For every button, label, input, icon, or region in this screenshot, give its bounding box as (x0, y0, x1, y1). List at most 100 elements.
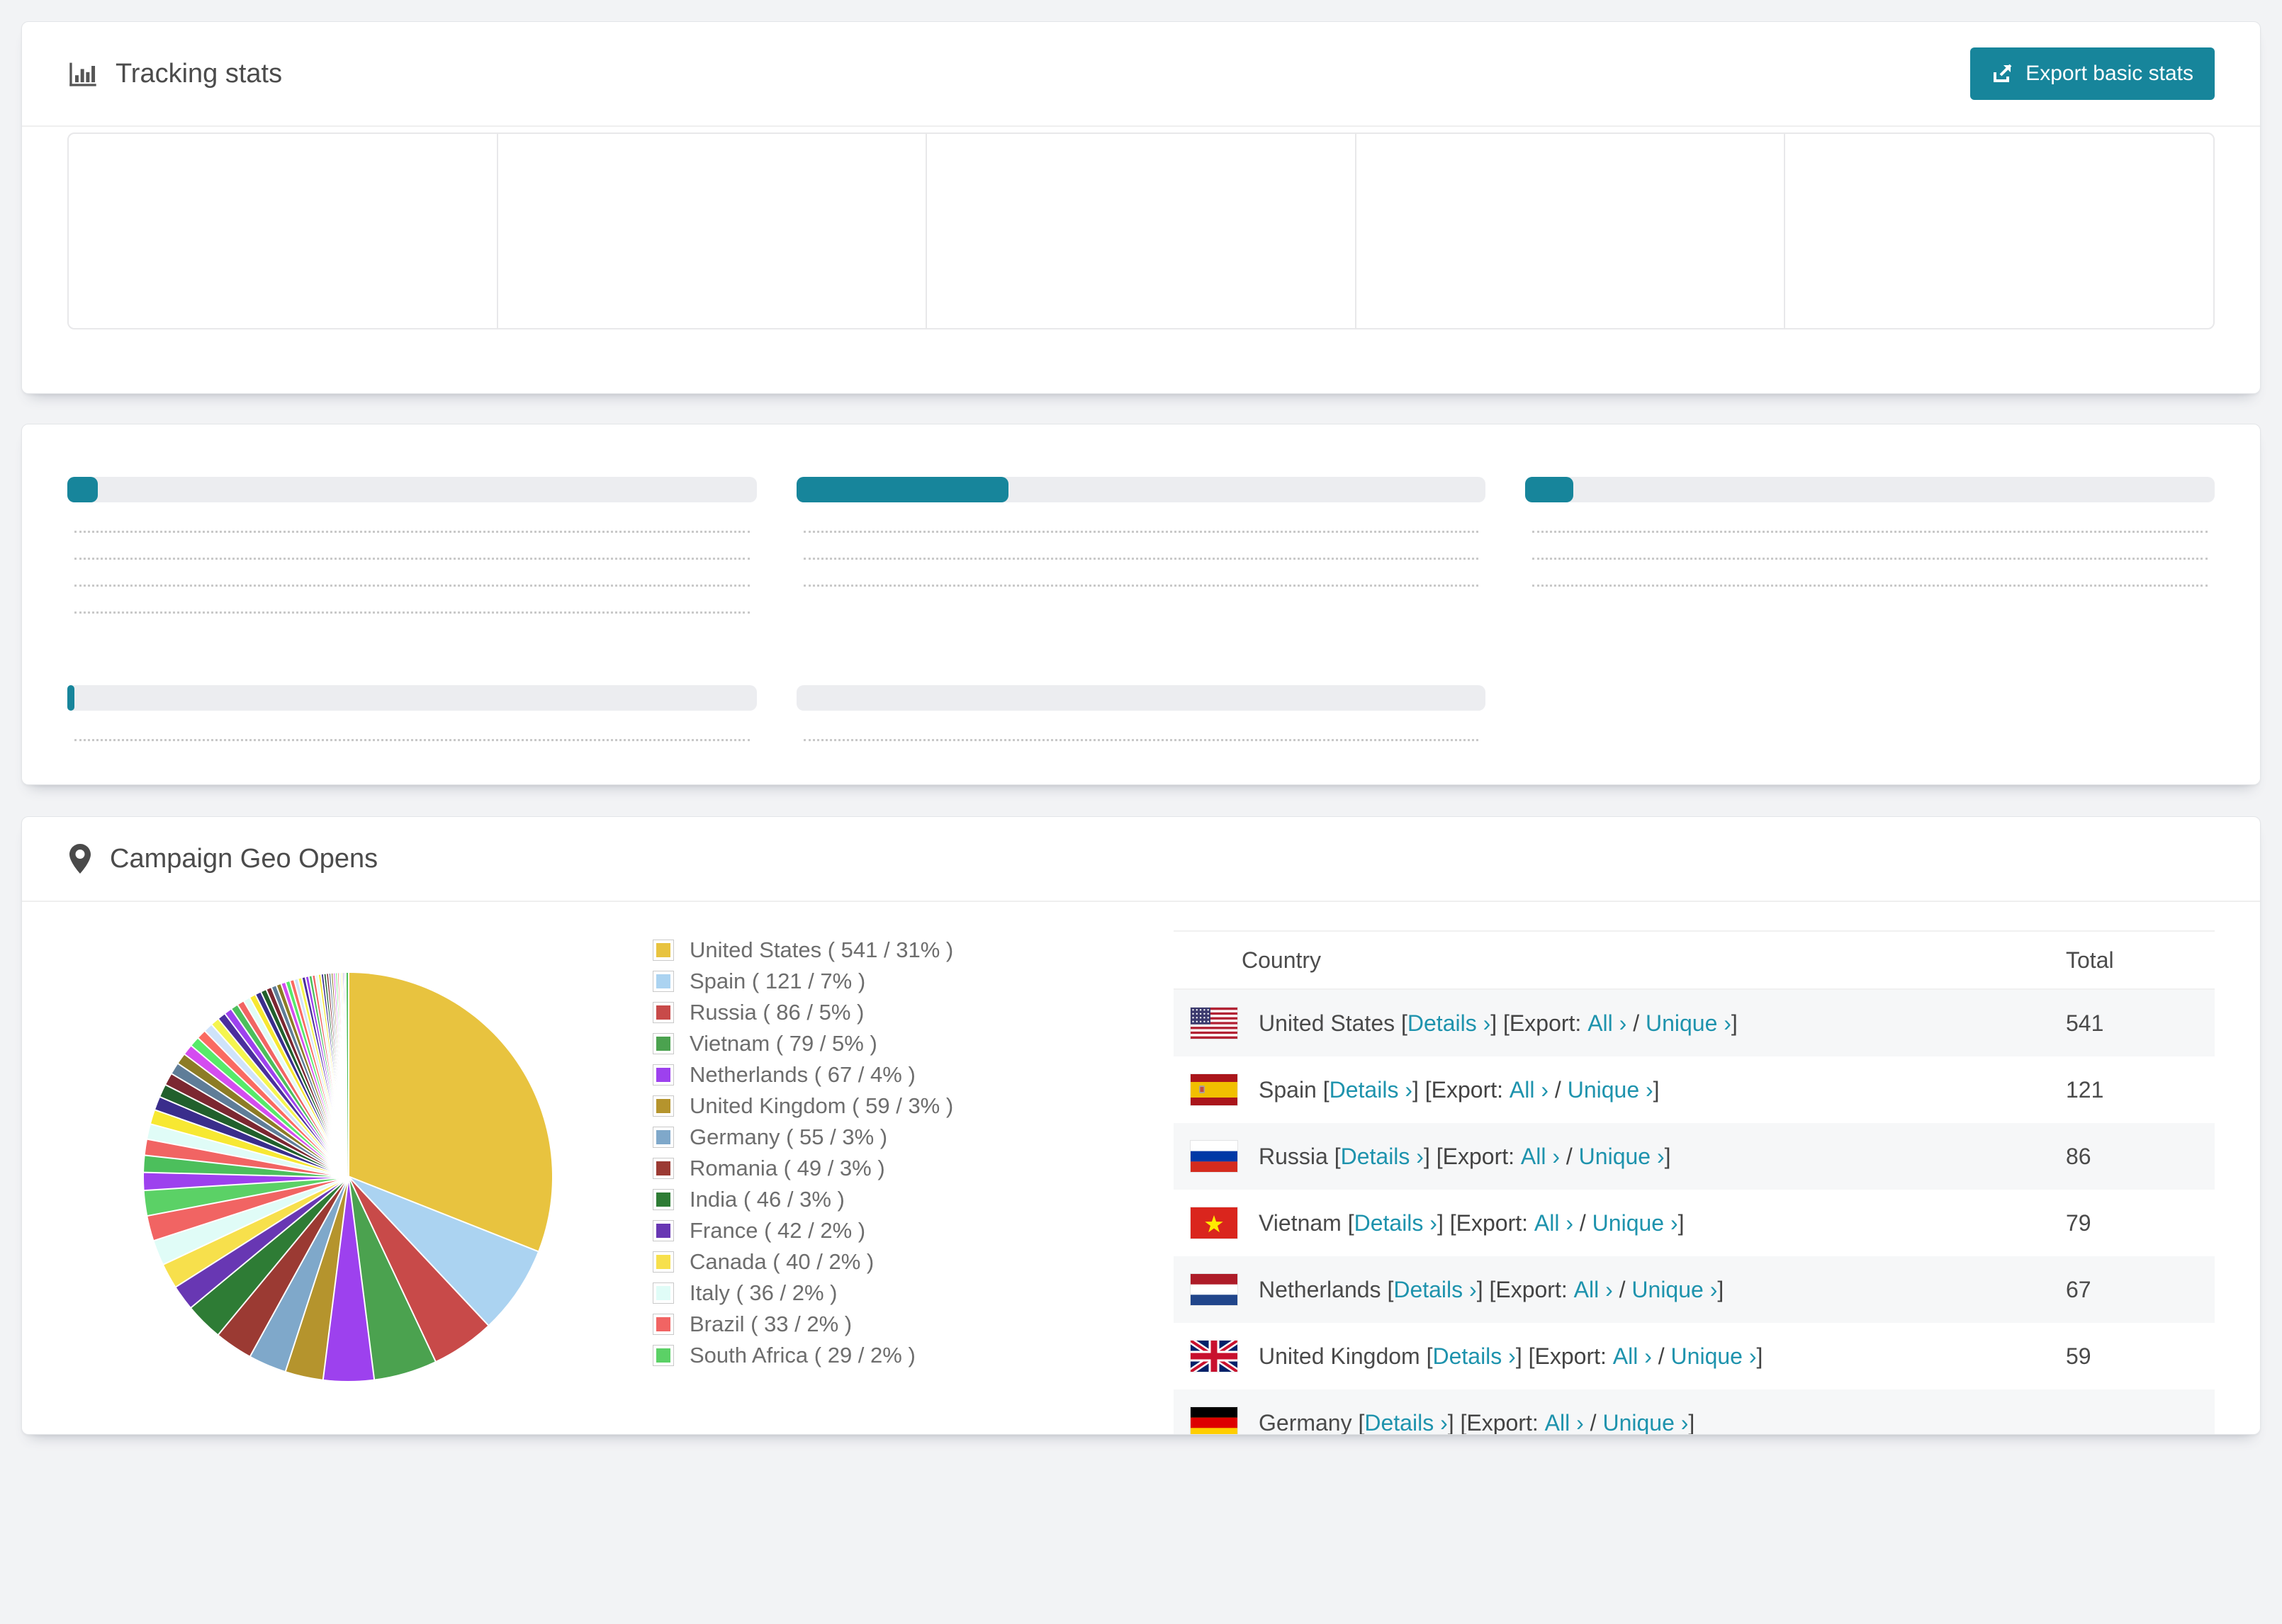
legend-swatch (653, 1282, 674, 1304)
export-all-link[interactable]: All › (1613, 1343, 1652, 1370)
progress-bar-fill (67, 685, 74, 711)
details-link[interactable]: Details › (1393, 1277, 1476, 1303)
table-row-es: Spain [Details ›] [Export: All › / Uniqu… (1174, 1056, 2215, 1123)
table-row-ru: Russia [Details ›] [Export: All › / Uniq… (1174, 1123, 2215, 1190)
legend-swatch (653, 1189, 674, 1210)
dotted-leader (74, 531, 750, 533)
legend-item-vietnam: Vietnam ( 79 / 5% ) (653, 1028, 993, 1059)
dotted-leader (1532, 585, 2208, 587)
export-all-link[interactable]: All › (1545, 1410, 1584, 1435)
export-all-link[interactable]: All › (1521, 1144, 1560, 1170)
geo-table-header: Country Total (1174, 930, 2215, 990)
geo-title: Campaign Geo Opens (110, 843, 378, 874)
details-link[interactable]: Details › (1364, 1410, 1447, 1435)
dashboard-page: Tracking stats Export basic stats Campai… (0, 0, 2282, 1624)
details-link[interactable]: Details › (1432, 1343, 1515, 1370)
rate-panel-bounce-rate (1525, 457, 2215, 620)
rates-grid (67, 457, 2215, 748)
legend-item-south-africa: South Africa ( 29 / 2% ) (653, 1340, 993, 1371)
details-link[interactable]: Details › (1341, 1144, 1424, 1170)
export-unique-link[interactable]: Unique › (1631, 1277, 1717, 1303)
export-all-link[interactable]: All › (1510, 1077, 1548, 1103)
legend-item-canada: Canada ( 40 / 2% ) (653, 1246, 993, 1278)
dotted-leader (803, 739, 1479, 741)
geo-table: Country Total United States [Details ›] … (1174, 930, 2215, 1435)
country-total: 121 (2066, 1076, 2104, 1103)
flag-ru-icon (1191, 1141, 1237, 1172)
legend-swatch (653, 1220, 674, 1241)
rate-panel-clicks-rate (67, 457, 757, 620)
export-all-link[interactable]: All › (1587, 1010, 1626, 1037)
dotted-leader (803, 531, 1479, 533)
legend-label: Canada ( 40 / 2% ) (690, 1249, 875, 1274)
details-link[interactable]: Details › (1354, 1210, 1437, 1236)
legend-item-russia: Russia ( 86 / 5% ) (653, 997, 993, 1028)
rate-row (67, 558, 757, 566)
country-total: 86 (2066, 1143, 2091, 1169)
legend-label: South Africa ( 29 / 2% ) (690, 1343, 916, 1368)
legend-item-romania: Romania ( 49 / 3% ) (653, 1153, 993, 1184)
table-row-gb: United Kingdom [Details ›] [Export: All … (1174, 1323, 2215, 1389)
country-name: Netherlands (1259, 1276, 1388, 1302)
flag-us-icon (1191, 1008, 1237, 1039)
details-link[interactable]: Details › (1330, 1077, 1412, 1103)
export-unique-link[interactable]: Unique › (1646, 1010, 1731, 1037)
progress-bar (67, 685, 757, 711)
geo-legend: United States ( 541 / 31% ) Spain ( 121 … (653, 935, 993, 1434)
rate-row (67, 739, 757, 748)
legend-label: Russia ( 86 / 5% ) (690, 1000, 865, 1025)
legend-label: Vietnam ( 79 / 5% ) (690, 1031, 877, 1056)
stat-box-clicks (498, 134, 928, 328)
export-unique-link[interactable]: Unique › (1602, 1410, 1688, 1435)
export-all-link[interactable]: All › (1574, 1277, 1613, 1303)
legend-swatch (653, 1002, 674, 1023)
export-unique-link[interactable]: Unique › (1671, 1343, 1757, 1370)
legend-item-united-kingdom: United Kingdom ( 59 / 3% ) (653, 1090, 993, 1122)
country-name: Spain (1259, 1076, 1323, 1103)
rate-panel-complaints-rate (796, 665, 1486, 748)
tracking-stats-title: Tracking stats (67, 58, 282, 89)
page-title: Tracking stats (116, 58, 283, 89)
legend-swatch (653, 940, 674, 961)
progress-bar (1525, 477, 2215, 502)
geo-title-wrap: Campaign Geo Opens (67, 842, 378, 875)
rate-panel-unsubscribe-rate (67, 665, 757, 748)
dotted-leader (1532, 558, 2208, 560)
rate-row (797, 585, 1486, 593)
legend-swatch (653, 1127, 674, 1148)
export-all-link[interactable]: All › (1534, 1210, 1573, 1236)
progress-bar-fill (1525, 477, 1573, 502)
geo-header: Campaign Geo Opens (22, 817, 2260, 902)
progress-bar (796, 685, 1486, 711)
legend-swatch (653, 1064, 674, 1086)
pie-slice-other (344, 971, 349, 1178)
dotted-leader (74, 739, 750, 741)
stat-box-unsubscribes (927, 134, 1356, 328)
dotted-leader (803, 558, 1479, 560)
rate-row (1525, 558, 2215, 566)
details-link[interactable]: Details › (1407, 1010, 1490, 1037)
dotted-leader (803, 585, 1479, 587)
export-icon (1994, 64, 2012, 82)
legend-item-brazil: Brazil ( 33 / 2% ) (653, 1309, 993, 1340)
country-name: United Kingdom (1259, 1343, 1427, 1369)
legend-label: India ( 46 / 3% ) (690, 1187, 845, 1212)
country-name: Germany (1259, 1409, 1359, 1435)
table-row-de: Germany [Details ›] [Export: All › / Uni… (1174, 1389, 2215, 1435)
export-unique-link[interactable]: Unique › (1592, 1210, 1678, 1236)
export-unique-link[interactable]: Unique › (1579, 1144, 1665, 1170)
legend-item-france: France ( 42 / 2% ) (653, 1215, 993, 1246)
rate-row (1525, 585, 2215, 593)
export-unique-link[interactable]: Unique › (1568, 1077, 1653, 1103)
legend-label: Romania ( 49 / 3% ) (690, 1156, 885, 1180)
legend-swatch (653, 1345, 674, 1366)
legend-item-italy: Italy ( 36 / 2% ) (653, 1278, 993, 1309)
country-name: Vietnam (1259, 1209, 1348, 1236)
pie-chart-svg (142, 971, 553, 1383)
campaign-geo-opens-card: Campaign Geo Opens United States ( 541 /… (21, 816, 2261, 1435)
country-total: 59 (2066, 1343, 2091, 1369)
legend-label: Spain ( 121 / 7% ) (690, 969, 866, 993)
legend-label: Netherlands ( 67 / 4% ) (690, 1062, 916, 1087)
export-basic-stats-button[interactable]: Export basic stats (1970, 47, 2215, 100)
dotted-leader (74, 558, 750, 560)
